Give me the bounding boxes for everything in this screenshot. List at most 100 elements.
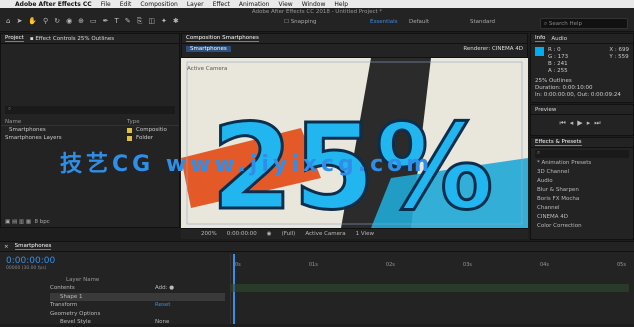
menu-animation[interactable]: Animation bbox=[239, 1, 270, 8]
info-panel-header: Info Audio bbox=[531, 34, 633, 44]
effect-category[interactable]: CINEMA 4D bbox=[531, 214, 633, 223]
home-icon[interactable]: ⌂ bbox=[6, 17, 10, 26]
hand-icon[interactable]: ✋ bbox=[28, 17, 37, 26]
rotate-icon[interactable]: ↻ bbox=[54, 17, 60, 26]
tool-icons: ⌂ ➤ ✋ ⚲ ↻ ◉ ⊕ ▭ ✒ T ✎ ⎘ ◫ ✦ ✱ bbox=[6, 17, 179, 26]
comp-subtab[interactable]: Smartphones bbox=[186, 46, 231, 52]
timeline-track-area[interactable]: 0s 01s 02s 03s 04s 05s bbox=[230, 254, 630, 324]
effect-controls-label: Effect Controls 25% Outlines bbox=[35, 35, 115, 42]
preview-panel: Preview ⏮◂▶▸⏭ bbox=[530, 104, 634, 136]
view-select[interactable]: Active Camera bbox=[305, 231, 345, 237]
tab-composition[interactable]: Composition Smartphones bbox=[186, 35, 259, 42]
close-icon[interactable]: × bbox=[4, 244, 9, 250]
comp-artwork: 25% bbox=[181, 58, 528, 228]
search-help-input[interactable]: ⌕ Search Help bbox=[540, 18, 628, 29]
effect-category[interactable]: Audio bbox=[531, 178, 633, 187]
renderer-info[interactable]: Renderer: CINEMA 4D bbox=[463, 46, 523, 52]
info-panel: Info Audio R : 0 G : 173 B : 241 A : 255… bbox=[530, 33, 634, 103]
menu-layer[interactable]: Layer bbox=[187, 1, 204, 8]
col-name[interactable]: Name bbox=[5, 119, 123, 125]
effect-category[interactable]: Channel bbox=[531, 205, 633, 214]
essentials-tab[interactable]: Essentials bbox=[370, 19, 398, 25]
effect-category[interactable]: Color Correction bbox=[531, 223, 633, 232]
tab-audio[interactable]: Audio bbox=[551, 36, 567, 42]
tab-timeline-comp[interactable]: Smartphones bbox=[14, 243, 52, 250]
tab-preview[interactable]: Preview bbox=[535, 107, 556, 113]
roto-icon[interactable]: ✦ bbox=[161, 17, 167, 26]
selection-icon[interactable]: ➤ bbox=[16, 17, 22, 26]
tab-effect-controls[interactable]: ▪ Effect Controls 25% Outlines bbox=[30, 36, 114, 42]
property-value[interactable]: None bbox=[155, 319, 169, 325]
effect-category[interactable]: Boris FX Mocha bbox=[531, 196, 633, 205]
project-search-input[interactable]: ⌕ bbox=[5, 106, 175, 114]
time-ruler[interactable]: 0s 01s 02s 03s 04s 05s bbox=[231, 254, 630, 268]
property-row[interactable]: Bevel Style None bbox=[50, 318, 225, 327]
layer-in-out: In: 0:00:00:00, Out: 0:00:09:24 bbox=[535, 92, 621, 98]
snapshot-icon[interactable]: ◉ bbox=[267, 231, 272, 237]
property-row[interactable]: Geometry Options bbox=[50, 310, 225, 319]
zoom-select[interactable]: 200% bbox=[201, 231, 217, 237]
bpc-label[interactable]: 8 bpc bbox=[35, 219, 50, 225]
zoom-icon[interactable]: ⚲ bbox=[43, 17, 48, 26]
menu-effect[interactable]: Effect bbox=[213, 1, 230, 8]
camera-icon[interactable]: ◉ bbox=[66, 17, 72, 26]
property-row[interactable]: Shape 1 bbox=[50, 292, 225, 301]
rectangle-icon[interactable]: ▭ bbox=[90, 17, 97, 26]
effects-search-input[interactable]: ⌕ bbox=[535, 150, 629, 158]
property-value[interactable]: Reset bbox=[155, 302, 170, 308]
text-icon[interactable]: T bbox=[115, 17, 119, 26]
menu-help[interactable]: Help bbox=[334, 1, 348, 8]
project-item-folder[interactable]: Smartphones Layers Folder bbox=[1, 134, 179, 142]
xy-values: X : 699 Y : 559 bbox=[609, 47, 629, 75]
eraser-icon[interactable]: ◫ bbox=[148, 17, 155, 26]
pin-icon[interactable]: ✱ bbox=[173, 17, 179, 26]
menu-edit[interactable]: Edit bbox=[120, 1, 132, 8]
effects-header: Effects & Presets bbox=[531, 138, 633, 148]
snapping-toggle[interactable]: ☐ Snapping bbox=[284, 19, 317, 25]
menu-composition[interactable]: Composition bbox=[140, 1, 177, 8]
project-item-name: Smartphones bbox=[9, 127, 46, 133]
project-item-comp[interactable]: Smartphones Compositio bbox=[1, 126, 179, 134]
effect-category[interactable]: Blur & Sharpen bbox=[531, 187, 633, 196]
ruler-tick: 02s bbox=[385, 262, 395, 268]
views-layout-select[interactable]: 1 View bbox=[356, 231, 374, 237]
property-row[interactable]: Contents Add: ● bbox=[50, 284, 225, 293]
r-value: R : 0 bbox=[548, 47, 561, 53]
timeline-timecode[interactable]: 0:00:00:00 bbox=[6, 256, 55, 266]
col-type[interactable]: Type bbox=[127, 119, 140, 125]
brush-icon[interactable]: ✎ bbox=[125, 17, 131, 26]
composition-panel-header: Composition Smartphones Smartphones Rend… bbox=[181, 33, 528, 58]
pen-icon[interactable]: ✒ bbox=[103, 17, 109, 26]
resolution-select[interactable]: (Full) bbox=[282, 231, 296, 237]
effect-category[interactable]: 3D Channel bbox=[531, 169, 633, 178]
standard-tab[interactable]: Standard bbox=[470, 19, 495, 25]
layer-bar[interactable] bbox=[231, 284, 629, 292]
tab-info[interactable]: Info bbox=[535, 35, 546, 42]
project-column-headers: Name Type bbox=[1, 118, 179, 126]
ruler-tick: 04s bbox=[539, 262, 549, 268]
property-value[interactable]: Add: ● bbox=[155, 285, 174, 291]
property-row[interactable]: Transform Reset bbox=[50, 301, 225, 310]
renderer-value: CINEMA 4D bbox=[491, 46, 523, 52]
default-tab[interactable]: Default bbox=[409, 19, 429, 25]
composition-viewer[interactable]: 25% Active Camera bbox=[181, 58, 528, 228]
stamp-icon[interactable]: ⎘ bbox=[137, 17, 143, 26]
tab-effects-presets[interactable]: Effects & Presets bbox=[535, 139, 582, 146]
property-label: Geometry Options bbox=[50, 310, 101, 317]
play-icon[interactable]: ▶ bbox=[577, 119, 586, 127]
app-name[interactable]: Adobe After Effects CC bbox=[15, 1, 92, 8]
first-frame-icon[interactable]: ⏮ bbox=[559, 119, 569, 127]
tab-project[interactable]: Project bbox=[5, 35, 24, 42]
col-layer-name[interactable]: Layer Name bbox=[66, 277, 99, 283]
menu-file[interactable]: File bbox=[101, 1, 111, 8]
pan-icon[interactable]: ⊕ bbox=[78, 17, 84, 26]
effect-category[interactable]: * Animation Presets bbox=[531, 160, 633, 169]
search-help-placeholder: Search Help bbox=[548, 21, 583, 27]
layer-info: 25% Outlines Duration: 0:00:10:00 In: 0:… bbox=[531, 78, 633, 99]
menu-view[interactable]: View bbox=[278, 1, 292, 8]
menu-window[interactable]: Window bbox=[302, 1, 326, 8]
b-value: B : 241 bbox=[548, 61, 568, 67]
last-frame-icon[interactable]: ⏭ bbox=[594, 119, 604, 127]
comp-subtab-row: Smartphones Renderer: CINEMA 4D bbox=[182, 44, 527, 54]
viewer-timecode[interactable]: 0:00:00:00 bbox=[227, 231, 257, 237]
